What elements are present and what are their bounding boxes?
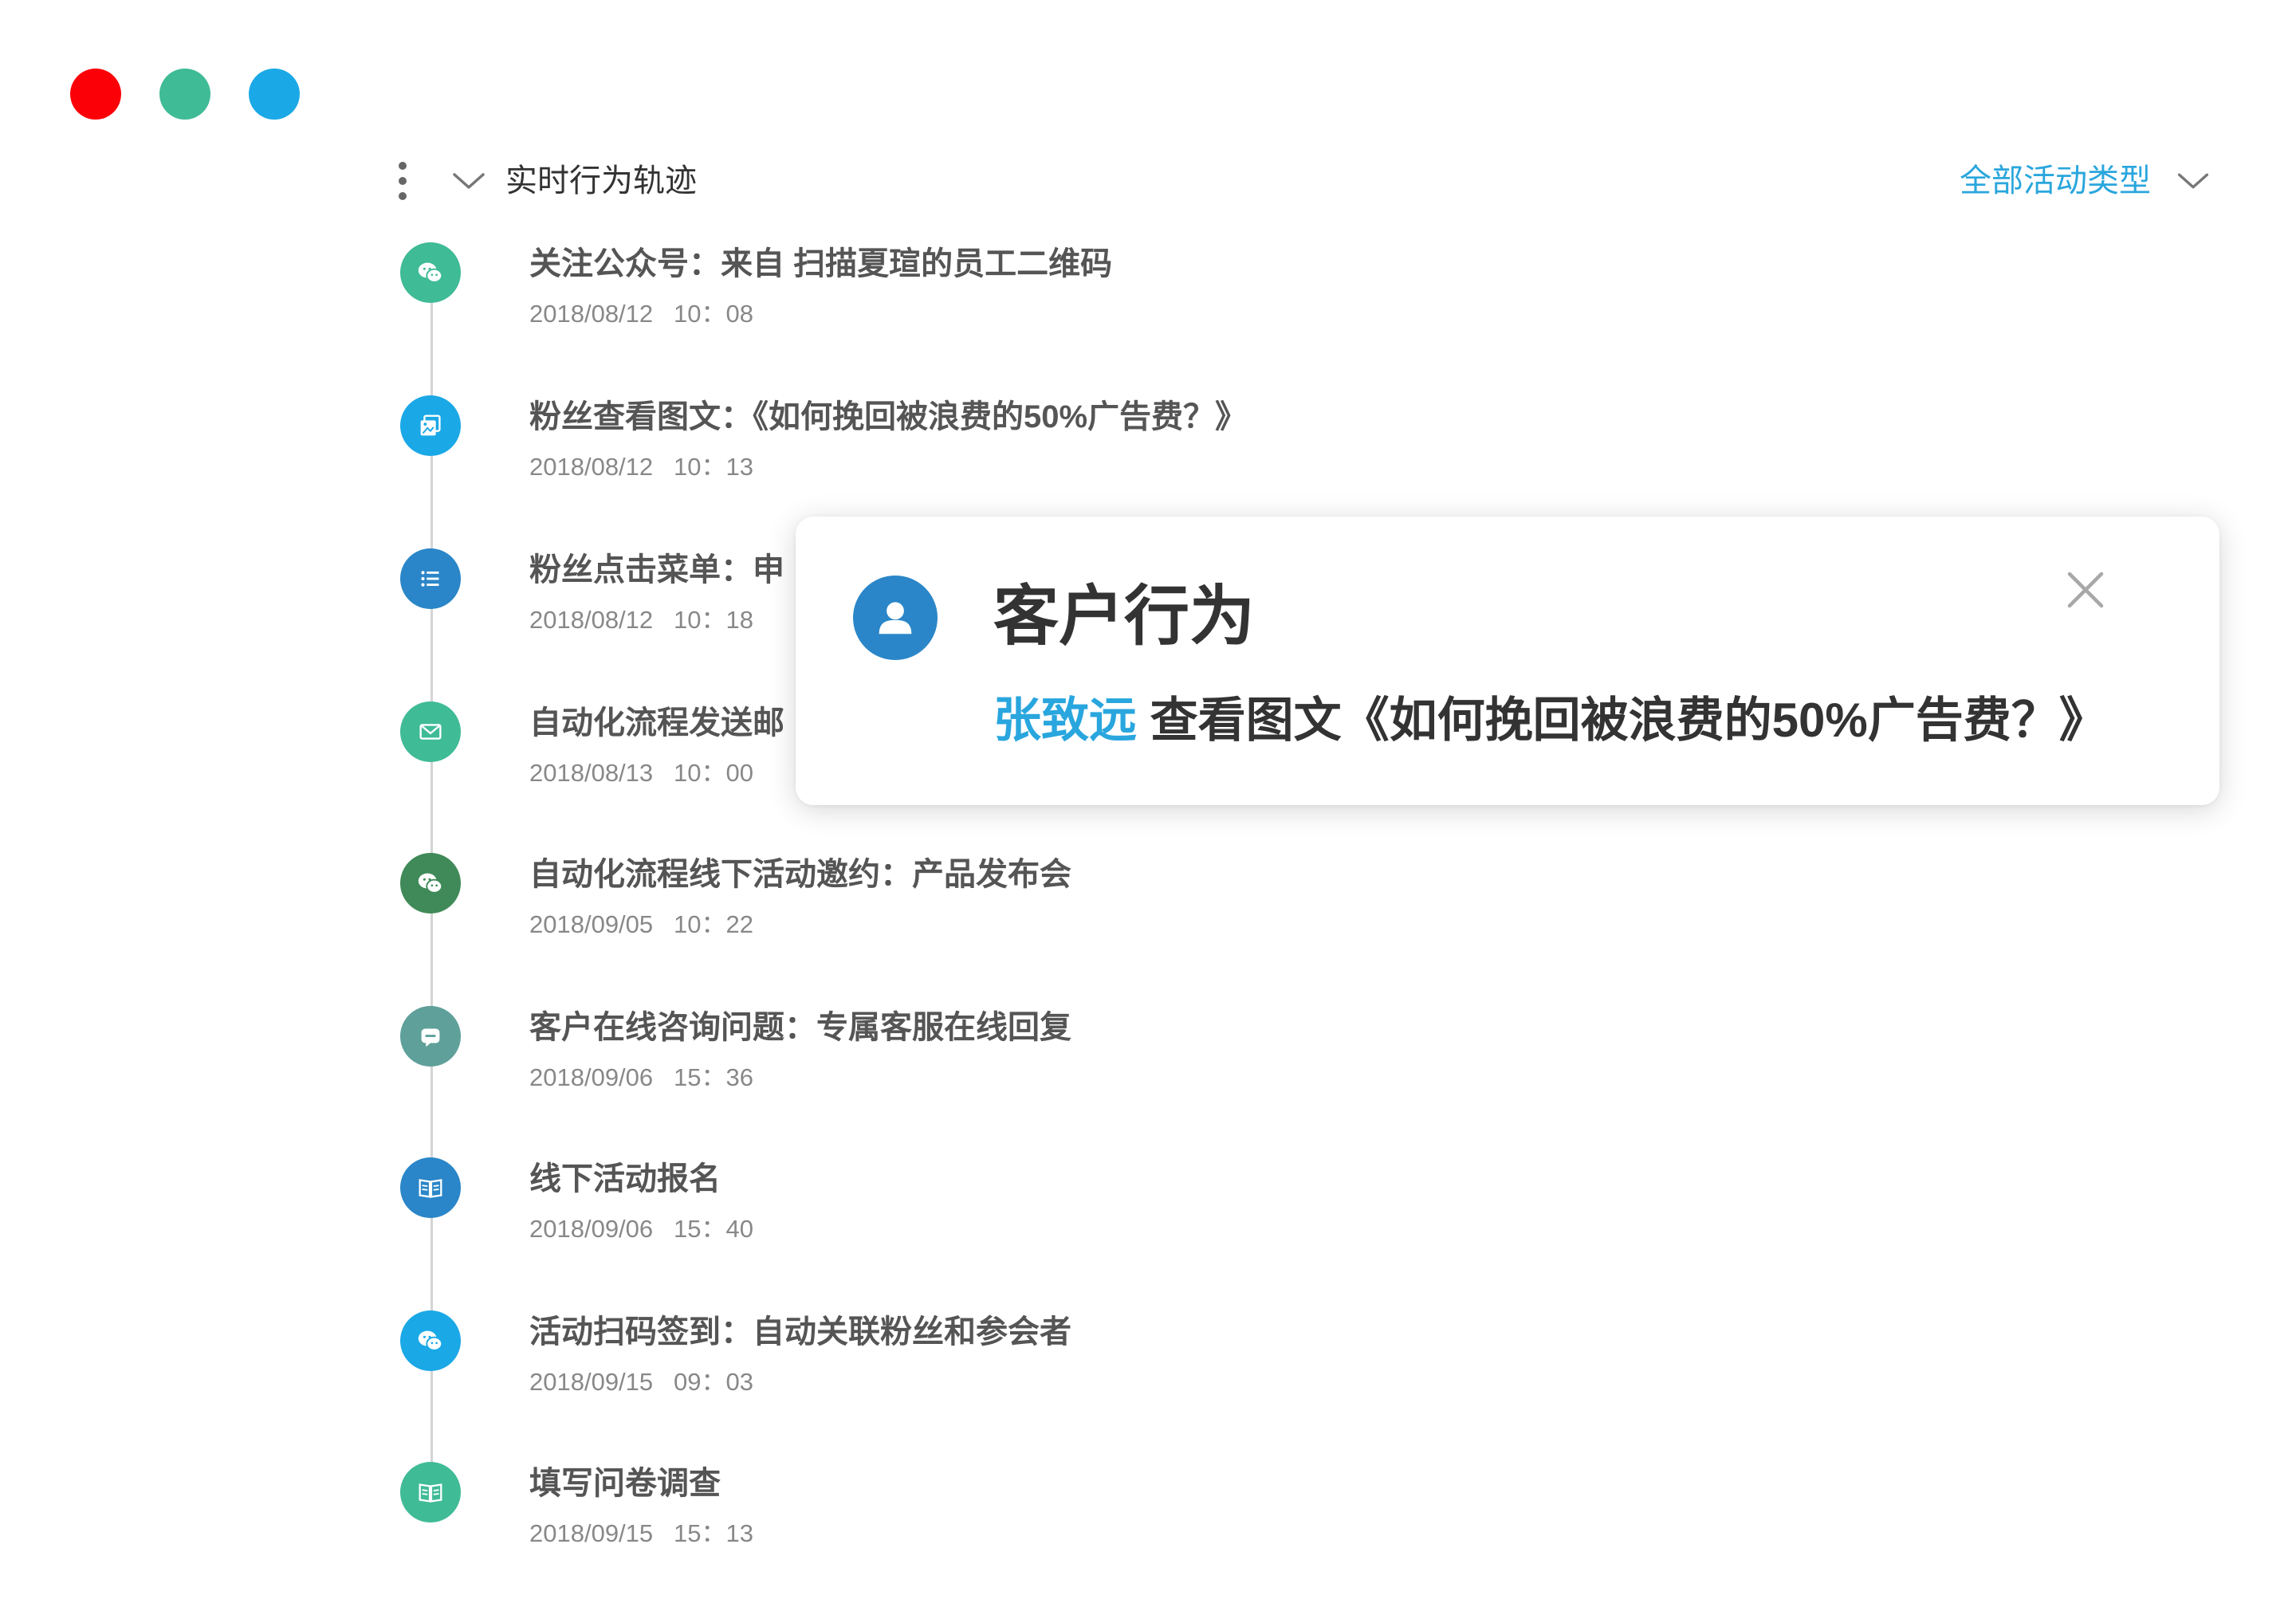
popup-message: 张致远 查看图文《如何挽回被浪费的50%广告费？》 [993, 689, 2107, 752]
timeline-item-title: 关注公众号：来自 扫描夏瑄的员工二维码 [529, 246, 1113, 281]
timeline-item[interactable]: 线下活动报名 2018/09/06 15：40 [399, 1154, 1355, 1250]
page: 实时行为轨迹 全部活动类型 关注公众号：来自 扫描夏瑄的员工二维码 2018/0… [0, 0, 2296, 1607]
user-icon [853, 576, 938, 660]
window-maximize-button[interactable] [249, 69, 300, 120]
menu-list-icon [400, 548, 461, 609]
timeline-item-title: 线下活动报名 [529, 1161, 721, 1196]
chevron-down-icon[interactable] [445, 157, 493, 205]
timeline-header: 实时行为轨迹 全部活动类型 [391, 155, 2216, 206]
timeline-item-timestamp: 2018/08/12 10：18 [529, 606, 753, 634]
kebab-icon[interactable] [399, 162, 408, 200]
activity-type-filter-label[interactable]: 全部活动类型 [1960, 160, 2151, 202]
popup-title: 客户行为 [993, 580, 1256, 653]
window-close-button[interactable] [70, 69, 121, 120]
timeline-item[interactable]: 自动化流程线下活动邀约：产品发布会 2018/09/05 10：22 [399, 850, 1355, 945]
timeline-item[interactable]: 客户在线咨询问题：专属客服在线回复 2018/09/06 15：36 [399, 1003, 1355, 1098]
mail-icon [400, 701, 461, 762]
book-icon [400, 1462, 461, 1523]
window-controls [70, 69, 300, 120]
timeline-item[interactable]: 粉丝查看图文：《如何挽回被浪费的50%广告费？》 2018/08/12 10：1… [399, 392, 1355, 488]
chat-icon [400, 1006, 461, 1067]
timeline-item-title: 填写问卷调查 [529, 1466, 721, 1501]
image-article-icon [400, 395, 461, 456]
timeline-item-timestamp: 2018/09/05 10：22 [529, 910, 753, 938]
wechat-icon [400, 1310, 461, 1371]
window-minimize-button[interactable] [159, 69, 210, 120]
timeline-item-timestamp: 2018/09/15 15：13 [529, 1519, 753, 1547]
chevron-down-icon[interactable] [2170, 158, 2216, 204]
activity-type-filter[interactable]: 全部活动类型 [1960, 155, 2216, 206]
close-icon[interactable] [2062, 566, 2109, 614]
popup-action-text: 查看图文《如何挽回被浪费的50%广告费？》 [1150, 693, 2107, 747]
timeline-item-timestamp: 2018/08/13 10：00 [529, 759, 753, 787]
timeline-title: 实时行为轨迹 [505, 163, 697, 198]
timeline-item-title: 自动化流程发送邮 [529, 705, 784, 741]
wechat-icon [400, 242, 461, 303]
timeline-item-timestamp: 2018/09/06 15：36 [529, 1063, 753, 1091]
timeline-item[interactable]: 填写问卷调查 2018/09/15 15：13 [399, 1459, 1355, 1554]
customer-behavior-popup: 客户行为 张致远 查看图文《如何挽回被浪费的50%广告费？》 [796, 517, 2219, 805]
timeline-item-timestamp: 2018/09/06 15：40 [529, 1215, 753, 1243]
timeline-item-timestamp: 2018/09/15 09：03 [529, 1368, 753, 1396]
customer-name-link[interactable]: 张致远 [993, 693, 1137, 747]
book-icon [400, 1157, 461, 1218]
timeline-item-title: 客户在线咨询问题：专属客服在线回复 [529, 1010, 1071, 1045]
timeline-item-title: 粉丝点击菜单：申 [529, 552, 784, 587]
timeline-item-title: 活动扫码签到：自动关联粉丝和参会者 [529, 1314, 1071, 1350]
wechat-icon [400, 853, 461, 914]
timeline-item-timestamp: 2018/08/12 10：08 [529, 300, 753, 328]
timeline-item-title: 自动化流程线下活动邀约：产品发布会 [529, 857, 1071, 892]
timeline-item-timestamp: 2018/08/12 10：13 [529, 453, 753, 481]
timeline-item-title: 粉丝查看图文：《如何挽回被浪费的50%广告费？》 [529, 399, 1248, 434]
timeline-item[interactable]: 关注公众号：来自 扫描夏瑄的员工二维码 2018/08/12 10：08 [399, 239, 1355, 335]
timeline-item[interactable]: 活动扫码签到：自动关联粉丝和参会者 2018/09/15 09：03 [399, 1307, 1355, 1403]
